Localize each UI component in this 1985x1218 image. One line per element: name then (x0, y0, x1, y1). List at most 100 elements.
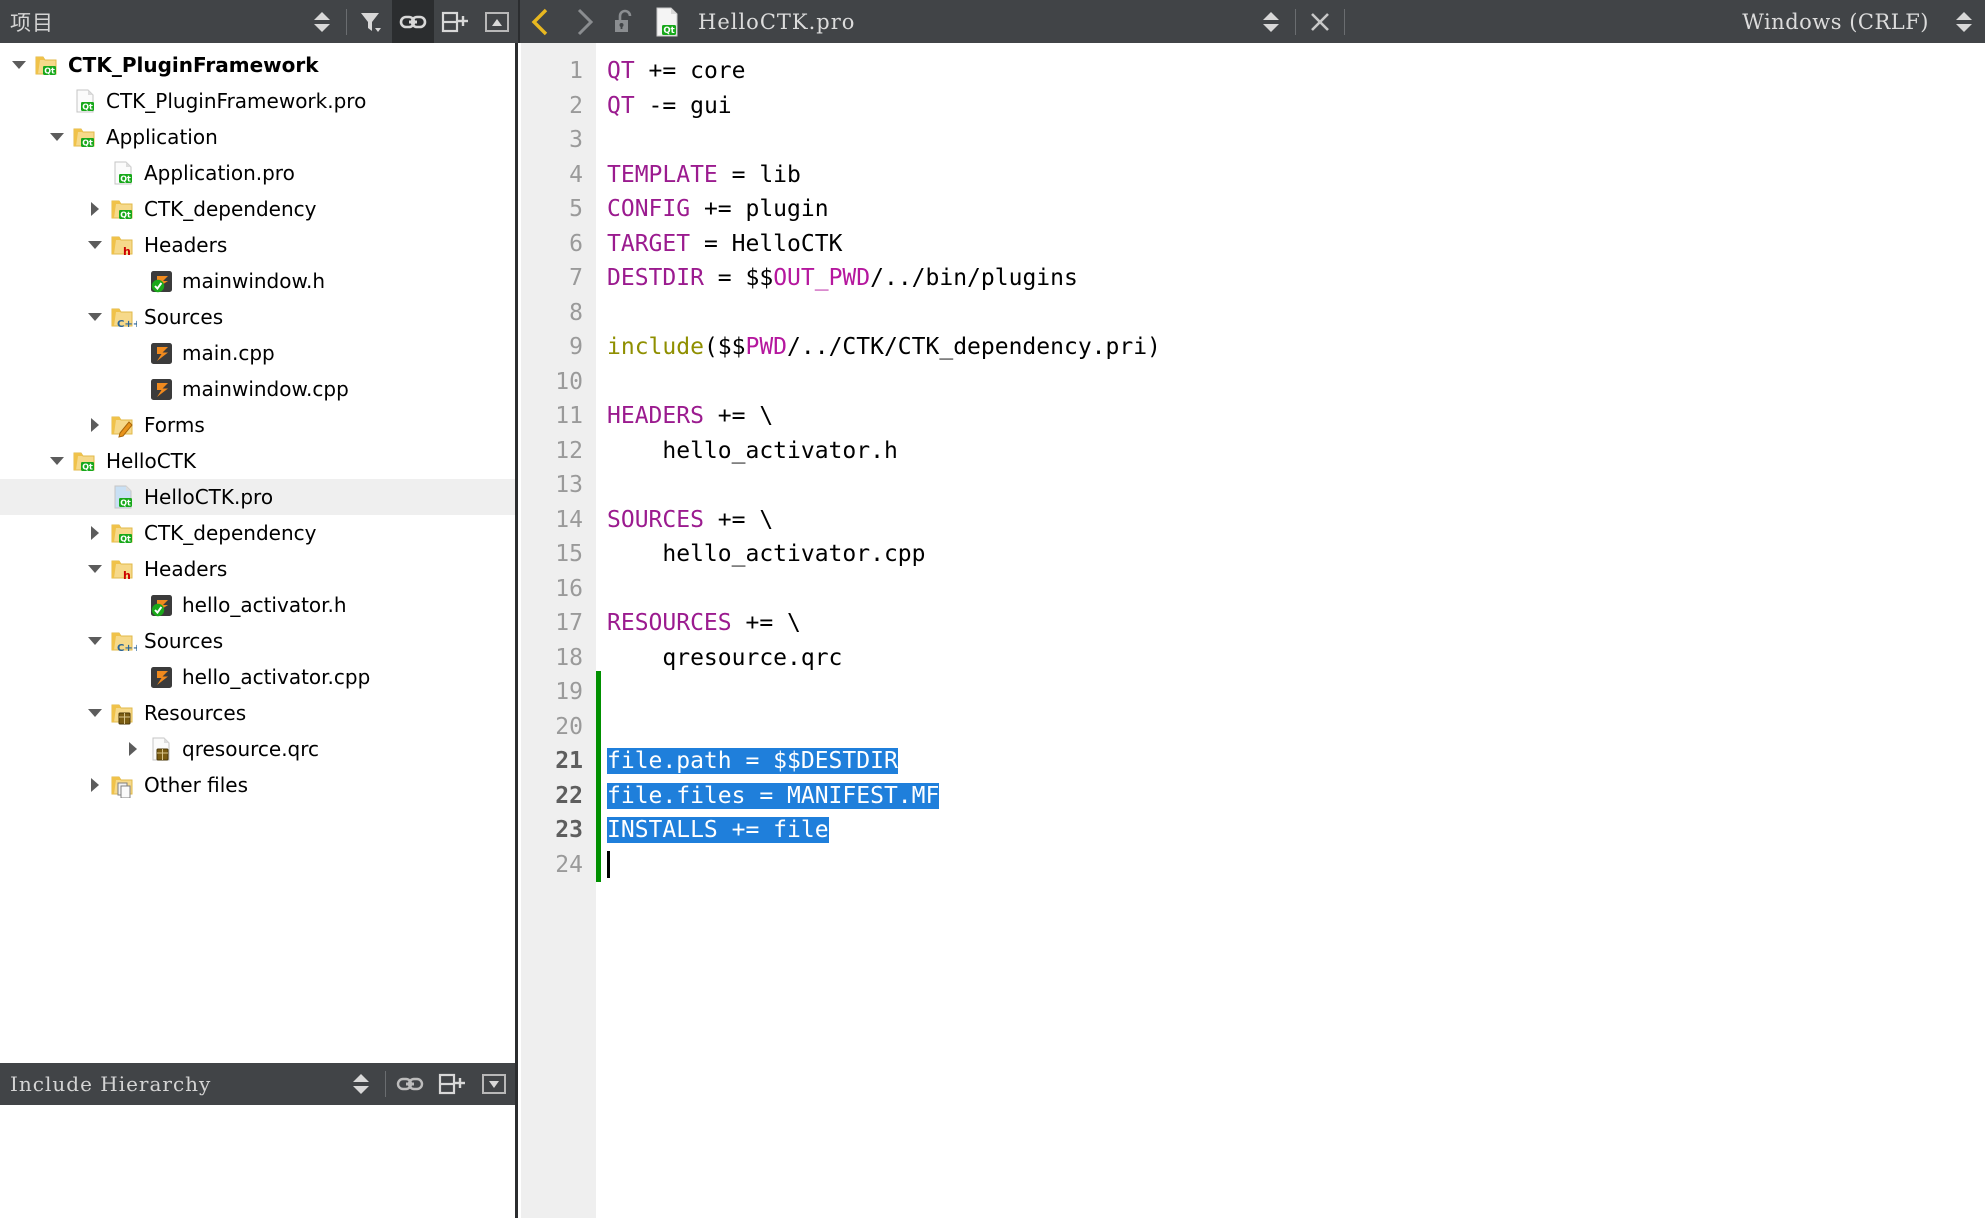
tree-item-helloctk[interactable]: Qt HelloCTK (0, 443, 515, 479)
tree-item-headers[interactable]: h Headers (0, 551, 515, 587)
code-line-text[interactable]: TARGET = HelloCTK (607, 227, 842, 262)
project-tree[interactable]: Qt CTK_PluginFramework Qt CTK_PluginFramewo… (0, 43, 515, 803)
code-line[interactable]: 10 (521, 365, 1985, 400)
code-line[interactable]: 12 hello_activator.h (521, 434, 1985, 469)
code-line[interactable]: 5 CONFIG += plugin (521, 192, 1985, 227)
minimize-icon[interactable] (476, 0, 518, 43)
tree-item-hello-activator-cpp[interactable]: hello_activator.cpp (0, 659, 515, 695)
code-line-text[interactable]: DESTDIR = $$OUT_PWD/../bin/plugins (607, 261, 1078, 296)
chevron-down-icon[interactable] (44, 443, 70, 479)
link-icon[interactable] (392, 0, 434, 43)
code-line-text[interactable]: file.path = $$DESTDIR (607, 744, 898, 779)
tree-item-qresource-qrc[interactable]: qresource.qrc (0, 731, 515, 767)
code-line-text[interactable]: hello_activator.h (607, 434, 897, 469)
filter-icon[interactable] (350, 0, 392, 43)
tree-item-forms[interactable]: Forms (0, 407, 515, 443)
close-icon[interactable] (1299, 0, 1341, 43)
tree-item-ctk-dependency[interactable]: Qt CTK_dependency (0, 191, 515, 227)
code-line[interactable]: 21 file.path = $$DESTDIR (521, 744, 1985, 779)
back-icon[interactable] (520, 0, 562, 43)
forward-icon[interactable] (562, 0, 604, 43)
line-ending-label[interactable]: Windows (CRLF) (1742, 10, 1929, 34)
code-line[interactable]: 3 (521, 123, 1985, 158)
chevron-right-icon[interactable] (82, 767, 108, 803)
code-line[interactable]: 19 (521, 675, 1985, 710)
code-line[interactable]: 2 QT -= gui (521, 89, 1985, 124)
tree-item-label: Sources (144, 629, 224, 653)
chevron-right-icon[interactable] (82, 515, 108, 551)
code-line[interactable]: 11 HEADERS += \ (521, 399, 1985, 434)
code-content[interactable]: 1 QT += core 2 QT -= gui 3 4 TEMPLATE = lib 5 CO… (521, 43, 1985, 1218)
code-line[interactable]: 22 file.files = MANIFEST.MF (521, 779, 1985, 814)
tree-item-application[interactable]: Qt Application (0, 119, 515, 155)
sync-updown-icon[interactable] (340, 1063, 382, 1106)
chevron-right-icon[interactable] (82, 191, 108, 227)
code-line-text[interactable] (607, 848, 610, 883)
code-line[interactable]: 24 (521, 848, 1985, 883)
code-line-text[interactable]: INSTALLS += file (607, 813, 829, 848)
code-line[interactable]: 14 SOURCES += \ (521, 503, 1985, 538)
svg-text:h: h (123, 245, 131, 258)
tree-item-main-cpp[interactable]: main.cpp (0, 335, 515, 371)
code-line-text[interactable]: TEMPLATE = lib (607, 158, 801, 193)
chevron-down-icon[interactable] (44, 119, 70, 155)
chevron-down-icon[interactable] (82, 623, 108, 659)
tree-item-label: main.cpp (182, 341, 275, 365)
chevron-right-icon[interactable] (82, 407, 108, 443)
code-line-text[interactable]: HEADERS += \ (607, 399, 773, 434)
code-line-text[interactable]: hello_activator.cpp (607, 537, 925, 572)
code-line-text[interactable]: QT -= gui (607, 89, 732, 124)
tree-item-mainwindow-cpp[interactable]: mainwindow.cpp (0, 371, 515, 407)
code-line-text[interactable]: CONFIG += plugin (607, 192, 829, 227)
code-line[interactable]: 23 INSTALLS += file (521, 813, 1985, 848)
code-line[interactable]: 16 (521, 572, 1985, 607)
code-line[interactable]: 9 include($$PWD/../CTK/CTK_dependency.pri… (521, 330, 1985, 365)
tree-item-ctk-dependency[interactable]: Qt CTK_dependency (0, 515, 515, 551)
chevron-down-icon[interactable] (82, 299, 108, 335)
split-add-icon[interactable] (434, 0, 476, 43)
code-line[interactable]: 4 TEMPLATE = lib (521, 158, 1985, 193)
tree-indent-spacer (44, 83, 70, 119)
tree-item-ctk-pluginframework-pro[interactable]: Qt CTK_PluginFramework.pro (0, 83, 515, 119)
sync-updown-icon[interactable] (301, 0, 343, 43)
chevron-right-icon[interactable] (120, 731, 146, 767)
tree-item-ctk-pluginframework[interactable]: Qt CTK_PluginFramework (0, 47, 515, 83)
code-line-text[interactable]: qresource.qrc (607, 641, 842, 676)
chevron-down-icon[interactable] (6, 47, 32, 83)
open-file-name[interactable]: HelloCTK.pro (698, 10, 855, 34)
lock-open-icon[interactable] (604, 0, 646, 43)
code-editor[interactable]: 1 QT += core 2 QT -= gui 3 4 TEMPLATE = lib 5 CO… (521, 43, 1985, 1218)
chevron-down-icon[interactable] (82, 551, 108, 587)
code-line[interactable]: 20 (521, 710, 1985, 745)
tree-item-helloctk-pro[interactable]: Qt HelloCTK.pro (0, 479, 515, 515)
tree-item-resources[interactable]: Resources (0, 695, 515, 731)
code-line-text[interactable]: QT += core (607, 54, 745, 89)
code-line[interactable]: 17 RESOURCES += \ (521, 606, 1985, 641)
code-line[interactable]: 18 qresource.qrc (521, 641, 1985, 676)
tree-item-application-pro[interactable]: Qt Application.pro (0, 155, 515, 191)
project-tree-panel[interactable]: Qt CTK_PluginFramework Qt CTK_PluginFramewo… (0, 43, 518, 1063)
code-line[interactable]: 15 hello_activator.cpp (521, 537, 1985, 572)
chevron-down-icon[interactable] (82, 227, 108, 263)
code-line-text[interactable]: SOURCES += \ (607, 503, 773, 538)
link-icon[interactable] (389, 1063, 431, 1106)
tree-item-sources[interactable]: C++ Sources (0, 623, 515, 659)
code-line[interactable]: 13 (521, 468, 1985, 503)
code-line[interactable]: 8 (521, 296, 1985, 331)
code-line-text[interactable]: RESOURCES += \ (607, 606, 801, 641)
code-line-text[interactable]: file.files = MANIFEST.MF (607, 779, 940, 814)
tree-item-hello-activator-h[interactable]: hello_activator.h (0, 587, 515, 623)
collapse-icon[interactable] (473, 1063, 515, 1106)
tree-item-mainwindow-h[interactable]: mainwindow.h (0, 263, 515, 299)
code-line[interactable]: 7 DESTDIR = $$OUT_PWD/../bin/plugins (521, 261, 1985, 296)
tree-item-headers[interactable]: h Headers (0, 227, 515, 263)
code-line-text[interactable]: include($$PWD/../CTK/CTK_dependency.pri) (607, 330, 1161, 365)
chevron-down-icon[interactable] (82, 695, 108, 731)
tree-item-other-files[interactable]: Other files (0, 767, 515, 803)
code-line[interactable]: 1 QT += core (521, 54, 1985, 89)
tree-item-sources[interactable]: C++ Sources (0, 299, 515, 335)
document-list-updown-icon[interactable] (1250, 0, 1292, 43)
code-line[interactable]: 6 TARGET = HelloCTK (521, 227, 1985, 262)
split-add-icon[interactable] (431, 1063, 473, 1106)
line-ending-updown-icon[interactable] (1943, 0, 1985, 43)
